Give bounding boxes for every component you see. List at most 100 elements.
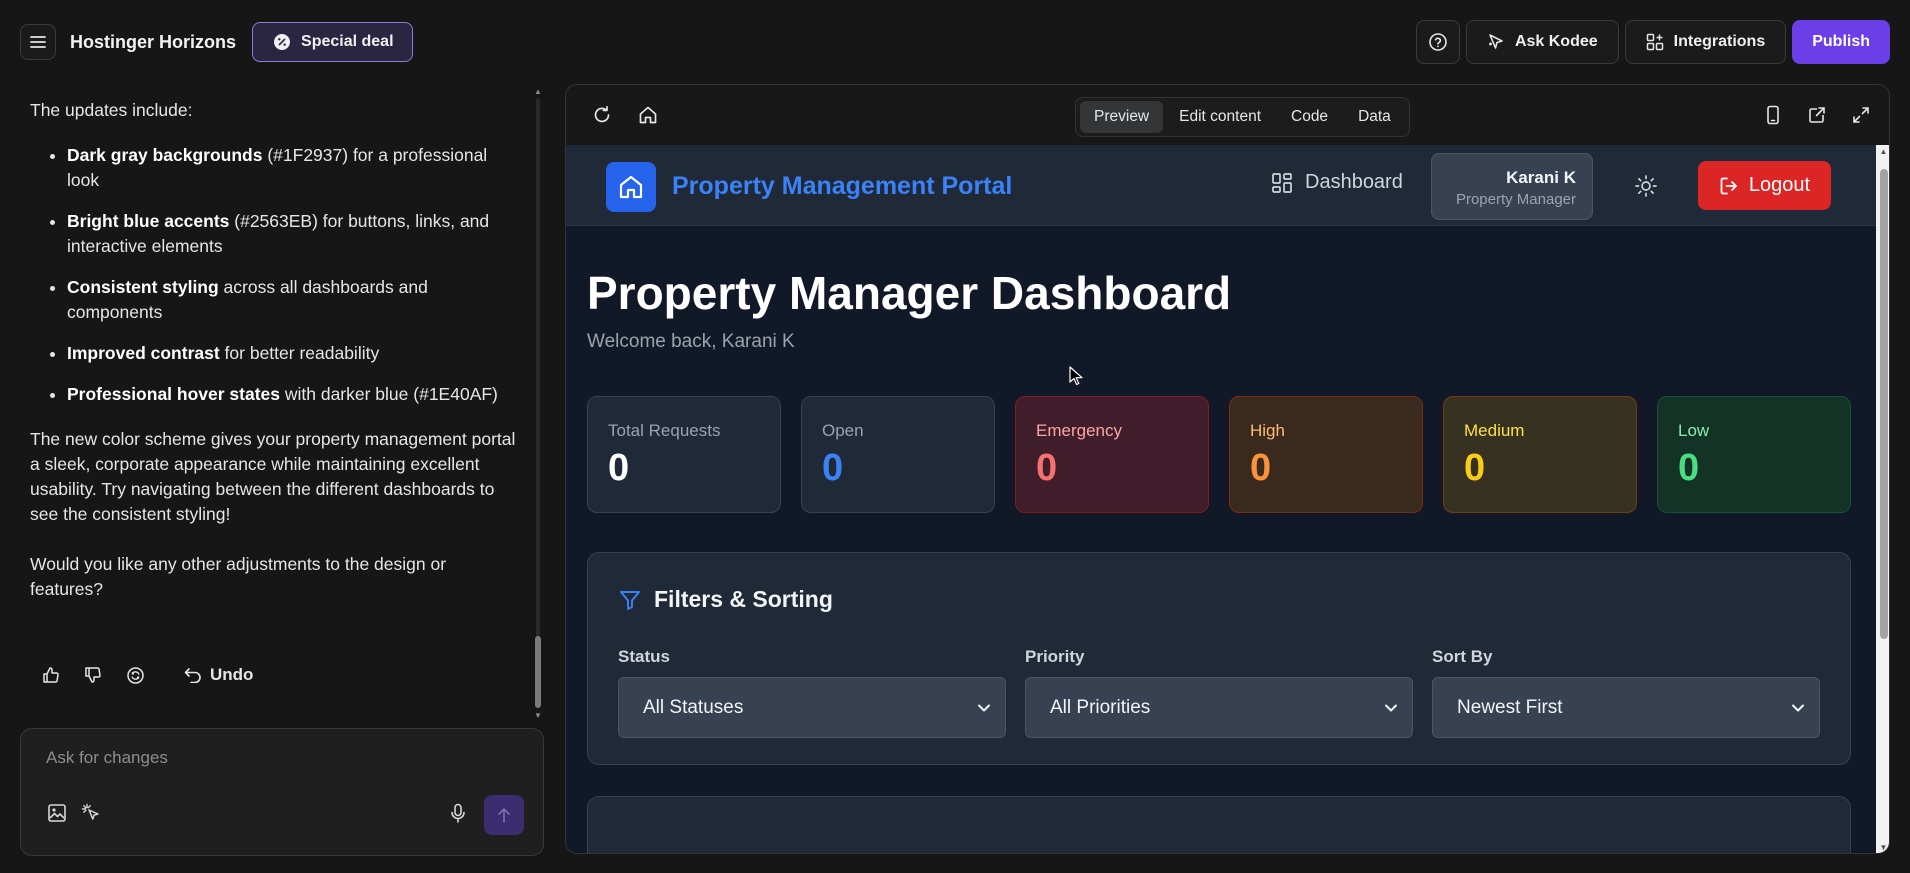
integrations-button[interactable]: Integrations <box>1624 20 1787 64</box>
stat-value: 0 <box>1464 447 1486 489</box>
list-item: Dark gray backgrounds (#1F2937) for a pr… <box>67 143 520 193</box>
chevron-down-icon <box>978 704 990 711</box>
stat-label: High <box>1250 421 1285 440</box>
status-select-value: All Statuses <box>643 696 744 718</box>
stat-value: 0 <box>1036 447 1058 489</box>
chevron-down-icon <box>1792 704 1804 711</box>
page-title: Property Manager Dashboard <box>587 267 1232 319</box>
mouse-cursor-icon <box>1069 366 1083 386</box>
ask-for-changes-input[interactable] <box>46 743 516 773</box>
app-title[interactable]: Property Management Portal <box>672 172 1012 201</box>
stat-value: 0 <box>1250 447 1272 489</box>
requests-card <box>587 796 1851 853</box>
tab-data[interactable]: Data <box>1344 101 1405 133</box>
sort-filter: Sort By Newest First <box>1432 647 1820 738</box>
chat-panel: The updates include: Dark gray backgroun… <box>0 84 548 873</box>
undo-button[interactable]: Undo <box>184 665 253 685</box>
logout-button[interactable]: Logout <box>1698 161 1831 210</box>
home-icon <box>619 175 643 199</box>
scroll-track <box>536 98 540 708</box>
preview-toolbar: Preview Edit content Code Data <box>566 85 1889 145</box>
chat-composer <box>20 728 544 856</box>
sparkle-cursor-icon <box>1488 34 1503 49</box>
send-button[interactable] <box>484 795 524 835</box>
stat-card-low: Low 0 <box>1657 396 1851 513</box>
publish-button[interactable]: Publish <box>1792 20 1890 64</box>
filters-heading: Filters & Sorting <box>618 586 833 613</box>
message-paragraph: Would you like any other adjustments to … <box>30 554 447 599</box>
message-paragraph: The new color scheme gives your property… <box>30 429 516 524</box>
list-item: Professional hover states with darker bl… <box>67 382 520 407</box>
logout-label: Logout <box>1748 174 1811 196</box>
scroll-thumb[interactable] <box>1880 169 1888 639</box>
priority-select[interactable]: All Priorities <box>1025 677 1413 738</box>
undo-label: Undo <box>210 665 254 684</box>
tab-edit-content[interactable]: Edit content <box>1165 101 1275 133</box>
sort-select-value: Newest First <box>1457 696 1563 718</box>
tab-code[interactable]: Code <box>1277 101 1342 133</box>
app-scrollbar[interactable]: ▲ ▼ <box>1876 145 1889 853</box>
status-filter: Status All Statuses <box>618 647 1006 738</box>
filters-title: Filters & Sorting <box>654 586 833 612</box>
chat-messages[interactable]: The updates include: Dark gray backgroun… <box>0 84 530 724</box>
priority-select-value: All Priorities <box>1050 696 1151 718</box>
preview-tabs: Preview Edit content Code Data <box>1075 97 1410 137</box>
stat-label: Medium <box>1464 421 1525 440</box>
top-bar: Hostinger Horizons Special deal Ask Kode… <box>0 0 1910 84</box>
stat-value: 0 <box>608 447 630 489</box>
status-select[interactable]: All Statuses <box>618 677 1006 738</box>
app-logo[interactable] <box>606 162 656 212</box>
scroll-thumb[interactable] <box>535 636 541 708</box>
filter-funnel-icon <box>620 590 640 610</box>
arrow-up-icon <box>498 808 510 823</box>
scroll-down-arrow-icon[interactable]: ▼ <box>1876 843 1889 852</box>
image-upload-icon[interactable] <box>43 799 71 827</box>
updates-list: Dark gray backgrounds (#1F2937) for a pr… <box>30 143 520 407</box>
user-profile-card[interactable]: Karani K Property Manager <box>1431 153 1593 220</box>
fullscreen-icon[interactable] <box>1843 97 1879 133</box>
stat-label: Emergency <box>1036 421 1122 440</box>
assistant-message: The updates include: Dark gray backgroun… <box>30 98 520 602</box>
home-icon[interactable] <box>630 97 666 133</box>
integrations-grid-icon <box>1646 33 1663 51</box>
stat-label: Low <box>1678 421 1710 440</box>
list-item: Consistent styling across all dashboards… <box>67 275 520 325</box>
restore-version-icon[interactable] <box>124 664 146 686</box>
microphone-icon[interactable] <box>444 799 472 827</box>
thumbs-up-icon[interactable] <box>40 664 62 686</box>
thumbs-down-icon[interactable] <box>82 664 104 686</box>
app-preview: Property Management Portal Dashboard Kar… <box>566 145 1889 853</box>
list-item: Improved contrast for better readability <box>67 341 520 366</box>
chat-scrollbar[interactable]: ▲ ▼ <box>533 88 543 720</box>
refresh-icon[interactable] <box>584 97 620 133</box>
sort-select[interactable]: Newest First <box>1432 677 1820 738</box>
help-button[interactable] <box>1415 20 1460 64</box>
open-external-icon[interactable] <box>1799 97 1835 133</box>
user-role: Property Manager <box>1455 191 1576 208</box>
nav-dashboard-label: Dashboard <box>1305 171 1403 193</box>
element-select-icon[interactable] <box>77 799 105 827</box>
mobile-view-icon[interactable] <box>1755 97 1791 133</box>
user-name: Karani K <box>1506 168 1576 187</box>
theme-toggle-sun-icon[interactable] <box>1631 171 1661 201</box>
chevron-down-icon <box>1385 704 1397 711</box>
badge-percent-icon <box>274 34 291 50</box>
menu-button[interactable] <box>20 24 56 60</box>
nav-dashboard-link[interactable]: Dashboard <box>1271 171 1403 194</box>
scroll-up-arrow-icon[interactable]: ▲ <box>533 88 543 96</box>
ask-kodee-button[interactable]: Ask Kodee <box>1465 20 1619 64</box>
undo-arrow-icon <box>184 668 201 683</box>
stat-value: 0 <box>822 447 844 489</box>
stat-card-medium: Medium 0 <box>1443 396 1637 513</box>
message-intro: The updates include: <box>30 100 193 120</box>
priority-filter-label: Priority <box>1025 647 1085 666</box>
stat-card-emergency: Emergency 0 <box>1015 396 1209 513</box>
scroll-up-arrow-icon[interactable]: ▲ <box>1876 147 1889 156</box>
stat-card-open: Open 0 <box>801 396 995 513</box>
special-deal-button[interactable]: Special deal <box>252 22 413 62</box>
stat-label: Total Requests <box>608 421 721 440</box>
tab-preview[interactable]: Preview <box>1080 101 1164 133</box>
integrations-label: Integrations <box>1673 33 1766 50</box>
scroll-down-arrow-icon[interactable]: ▼ <box>533 712 543 720</box>
welcome-text: Welcome back, Karani K <box>587 331 795 352</box>
